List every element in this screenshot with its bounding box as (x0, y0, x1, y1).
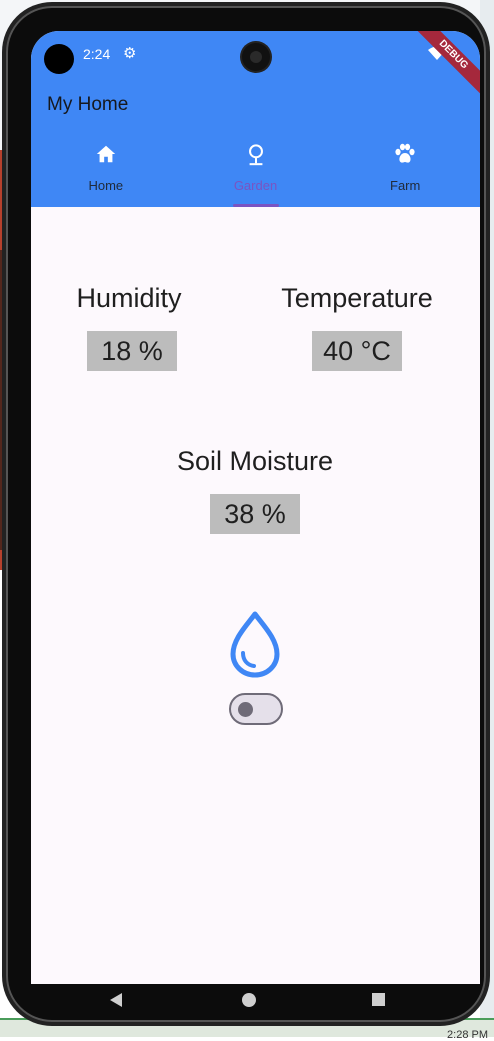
home-icon (96, 145, 115, 163)
phone-frame: 2:24 ⚙ DEBUG My Home Home Garden Farm Hu… (6, 6, 486, 1022)
temperature-label: Temperature (281, 283, 433, 313)
home-circle-icon[interactable] (242, 993, 256, 1007)
status-bar: 2:24 ⚙ DEBUG (31, 31, 480, 100)
toggle-knob (238, 702, 253, 717)
system-nav-bar (25, 978, 474, 1022)
tab-label: Home (88, 178, 124, 193)
garden-icon (248, 144, 263, 166)
app-bar: 2:24 ⚙ DEBUG My Home Home Garden Farm (31, 31, 480, 207)
recent-apps-icon[interactable] (372, 993, 385, 1006)
irrigation-toggle[interactable] (229, 693, 283, 725)
paw-icon (395, 143, 415, 163)
tab-indicator (233, 204, 279, 207)
humidity-label: Humidity (76, 283, 182, 313)
soil-moisture-label: Soil Moisture (176, 446, 334, 476)
tab-farm[interactable]: Farm (330, 137, 480, 207)
status-indicator (44, 44, 74, 74)
front-camera (242, 43, 270, 71)
back-icon[interactable] (110, 993, 122, 1007)
temperature-value: 40 °C (312, 331, 402, 371)
tab-label: Garden (233, 178, 278, 193)
app-screen: 2:24 ⚙ DEBUG My Home Home Garden Farm Hu… (31, 31, 480, 984)
tab-home[interactable]: Home (31, 137, 181, 207)
desktop-clock: 2:28 PM (447, 1029, 488, 1041)
gear-icon: ⚙ (123, 45, 137, 62)
status-time: 2:24 (83, 46, 111, 62)
page-title: My Home (47, 94, 129, 115)
tab-label: Farm (390, 178, 421, 193)
debug-banner: DEBUG (408, 31, 480, 100)
soil-moisture-value: 38 % (210, 494, 300, 534)
tab-garden[interactable]: Garden (181, 137, 331, 207)
water-drop-icon (230, 611, 280, 678)
humidity-value: 18 % (87, 331, 177, 371)
tab-bar: Home Garden Farm (31, 137, 480, 207)
